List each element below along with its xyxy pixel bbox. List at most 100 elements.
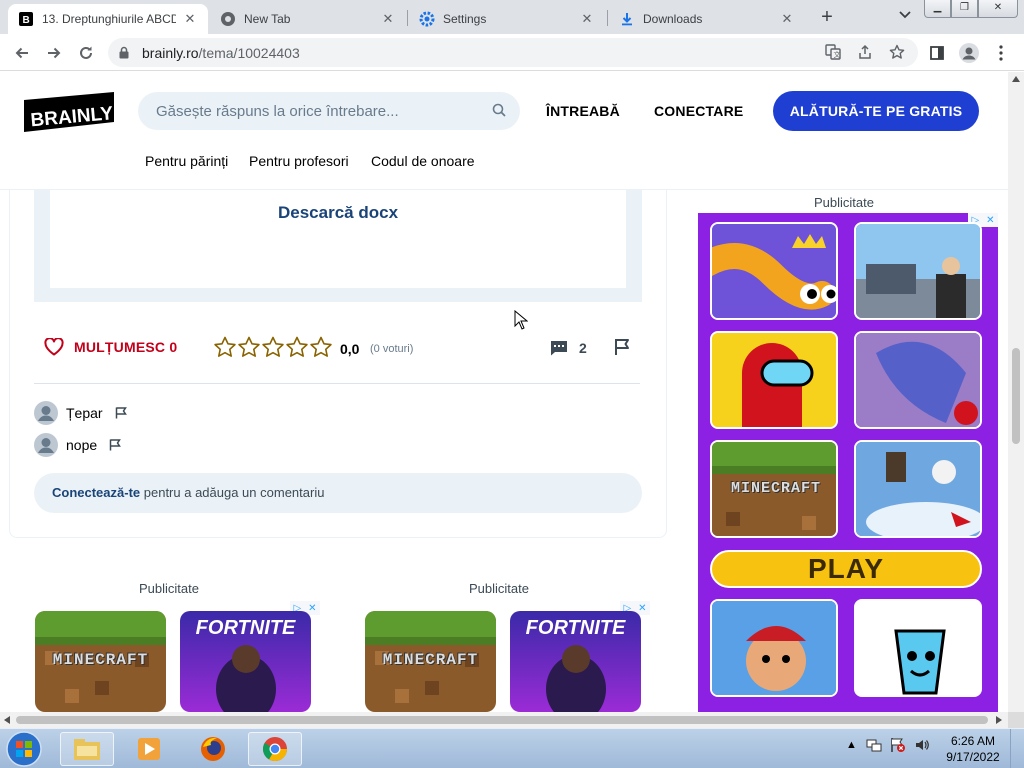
- tab-brainly[interactable]: B 13. Dreptunghiurile ABCD ✕: [8, 4, 208, 34]
- tab-title: New Tab: [244, 12, 291, 26]
- scrollbar-corner: [1008, 712, 1024, 728]
- reload-icon[interactable]: [74, 41, 98, 65]
- tab-search-chevron-icon[interactable]: [895, 8, 915, 26]
- tray-chevron-icon[interactable]: ▲: [846, 739, 857, 751]
- thanks-count: 0: [169, 339, 178, 355]
- ad-minecraft-tile[interactable]: MINECRAFT: [35, 611, 166, 712]
- show-desktop-button[interactable]: [1010, 729, 1024, 768]
- close-icon[interactable]: ✕: [779, 11, 795, 27]
- tab-title: Downloads: [643, 12, 703, 26]
- close-window-button[interactable]: ✕: [978, 0, 1018, 18]
- network-icon[interactable]: [866, 737, 882, 756]
- browser-toolbar: brainly.ro/tema/10024403 文: [0, 34, 1024, 71]
- search-input[interactable]: [156, 92, 486, 130]
- star-icon[interactable]: [237, 336, 261, 358]
- url-path: /tema/10024403: [198, 45, 300, 61]
- media-player-taskbar-icon[interactable]: [122, 732, 176, 766]
- mouse-cursor-icon: [514, 310, 528, 330]
- scrollbar-thumb[interactable]: [16, 716, 988, 724]
- ad-game-tile[interactable]: [854, 222, 982, 320]
- ad-game-tile[interactable]: [854, 440, 982, 538]
- restore-button[interactable]: ❐: [951, 0, 978, 18]
- nav-parents[interactable]: Pentru părinți: [145, 153, 228, 169]
- brainly-logo[interactable]: BRAINLY: [24, 92, 114, 132]
- add-comment-bar[interactable]: Conectează-te pentru a adăuga un comenta…: [34, 473, 642, 513]
- ad-minecraft-tile[interactable]: MINECRAFT: [365, 611, 496, 712]
- star-icon[interactable]: [213, 336, 237, 358]
- report-flag-icon[interactable]: [109, 439, 122, 451]
- star-icon[interactable]: [285, 336, 309, 358]
- vertical-scrollbar[interactable]: [1008, 72, 1024, 712]
- comment-author[interactable]: nope: [66, 437, 97, 453]
- ad-game-tile[interactable]: [854, 331, 982, 429]
- nav-honor-code[interactable]: Codul de onoare: [371, 153, 475, 169]
- play-button[interactable]: PLAY: [710, 550, 982, 588]
- forward-arrow-icon[interactable]: [42, 41, 66, 65]
- tab-settings[interactable]: Settings ✕: [409, 4, 605, 34]
- comments-count[interactable]: 2: [579, 340, 587, 356]
- search-icon[interactable]: [492, 103, 508, 119]
- login-link[interactable]: Conectează-te: [52, 485, 140, 500]
- ad-game-tile[interactable]: [854, 599, 982, 697]
- side-panel-icon[interactable]: [926, 42, 948, 64]
- window-controls: ▁ ❐ ✕: [924, 0, 1018, 18]
- new-tab-button[interactable]: +: [815, 6, 839, 30]
- add-comment-text: pentru a adăuga un comentariu: [140, 485, 325, 500]
- gear-icon: [419, 11, 435, 27]
- close-icon[interactable]: ✕: [380, 11, 396, 27]
- comment-author[interactable]: Țepar: [66, 405, 103, 421]
- explorer-taskbar-icon[interactable]: [60, 732, 114, 766]
- star-icon[interactable]: [309, 336, 333, 358]
- tab-new-tab[interactable]: New Tab ✕: [210, 4, 406, 34]
- volume-icon[interactable]: [914, 737, 930, 756]
- ad-game-tile[interactable]: [710, 222, 838, 320]
- start-button[interactable]: [4, 730, 50, 768]
- back-arrow-icon[interactable]: [10, 41, 34, 65]
- avatar[interactable]: [34, 433, 58, 457]
- sidebar-game-ad[interactable]: ▷ ✕ MINECRAFT PLAY: [698, 213, 998, 712]
- ad-game-tile[interactable]: [710, 331, 838, 429]
- chrome-taskbar-icon[interactable]: [248, 732, 302, 766]
- address-bar[interactable]: brainly.ro/tema/10024403 文: [108, 38, 918, 67]
- ask-link[interactable]: ÎNTREABĂ: [546, 103, 620, 119]
- scrollbar-thumb[interactable]: [1012, 348, 1020, 444]
- firefox-taskbar-icon[interactable]: [186, 732, 240, 766]
- profile-avatar-icon[interactable]: [958, 42, 980, 64]
- system-clock[interactable]: 6:26 AM 9/17/2022: [944, 733, 1002, 765]
- download-docx-link[interactable]: Descarcă docx: [278, 203, 398, 223]
- ad-label: Publicitate: [469, 581, 529, 596]
- ad-game-tile[interactable]: [710, 599, 838, 697]
- chrome-icon: [220, 11, 236, 27]
- translate-icon[interactable]: 文: [824, 44, 842, 62]
- tab-title: Settings: [443, 12, 487, 26]
- share-icon[interactable]: [856, 44, 874, 62]
- svg-text:文: 文: [834, 50, 841, 59]
- action-center-flag-icon[interactable]: [890, 737, 906, 756]
- nav-teachers[interactable]: Pentru profesori: [249, 153, 349, 169]
- clock-time: 6:26 AM: [950, 734, 996, 748]
- close-icon[interactable]: ✕: [182, 11, 198, 27]
- login-link[interactable]: CONECTARE: [654, 103, 743, 119]
- tab-downloads[interactable]: Downloads ✕: [609, 4, 805, 34]
- ad-tile-text: FORTNITE: [525, 617, 626, 639]
- thanks-label: MULȚUMESC 0: [74, 339, 177, 355]
- kebab-menu-icon[interactable]: [990, 42, 1012, 64]
- search-bar[interactable]: [138, 92, 520, 130]
- bookmark-star-icon[interactable]: [888, 44, 906, 62]
- horizontal-scrollbar[interactable]: [0, 712, 1008, 728]
- comments-icon[interactable]: [550, 340, 568, 356]
- ad-fortnite-tile[interactable]: FORTNITE: [180, 611, 311, 712]
- rating-stars[interactable]: [213, 336, 333, 358]
- comment-item: Țepar: [34, 401, 127, 425]
- ad-game-tile[interactable]: MINECRAFT: [710, 440, 838, 538]
- report-flag-icon[interactable]: [115, 407, 127, 419]
- join-button[interactable]: ALĂTURĂ-TE PE GRATIS: [773, 91, 979, 131]
- report-flag-icon[interactable]: [614, 338, 630, 356]
- minimize-button[interactable]: ▁: [924, 0, 951, 18]
- star-icon[interactable]: [261, 336, 285, 358]
- thanks-button[interactable]: MULȚUMESC 0: [44, 338, 177, 356]
- close-icon[interactable]: ✕: [579, 11, 595, 27]
- comment-item: nope: [34, 433, 122, 457]
- ad-fortnite-tile[interactable]: FORTNITE: [510, 611, 641, 712]
- avatar[interactable]: [34, 401, 58, 425]
